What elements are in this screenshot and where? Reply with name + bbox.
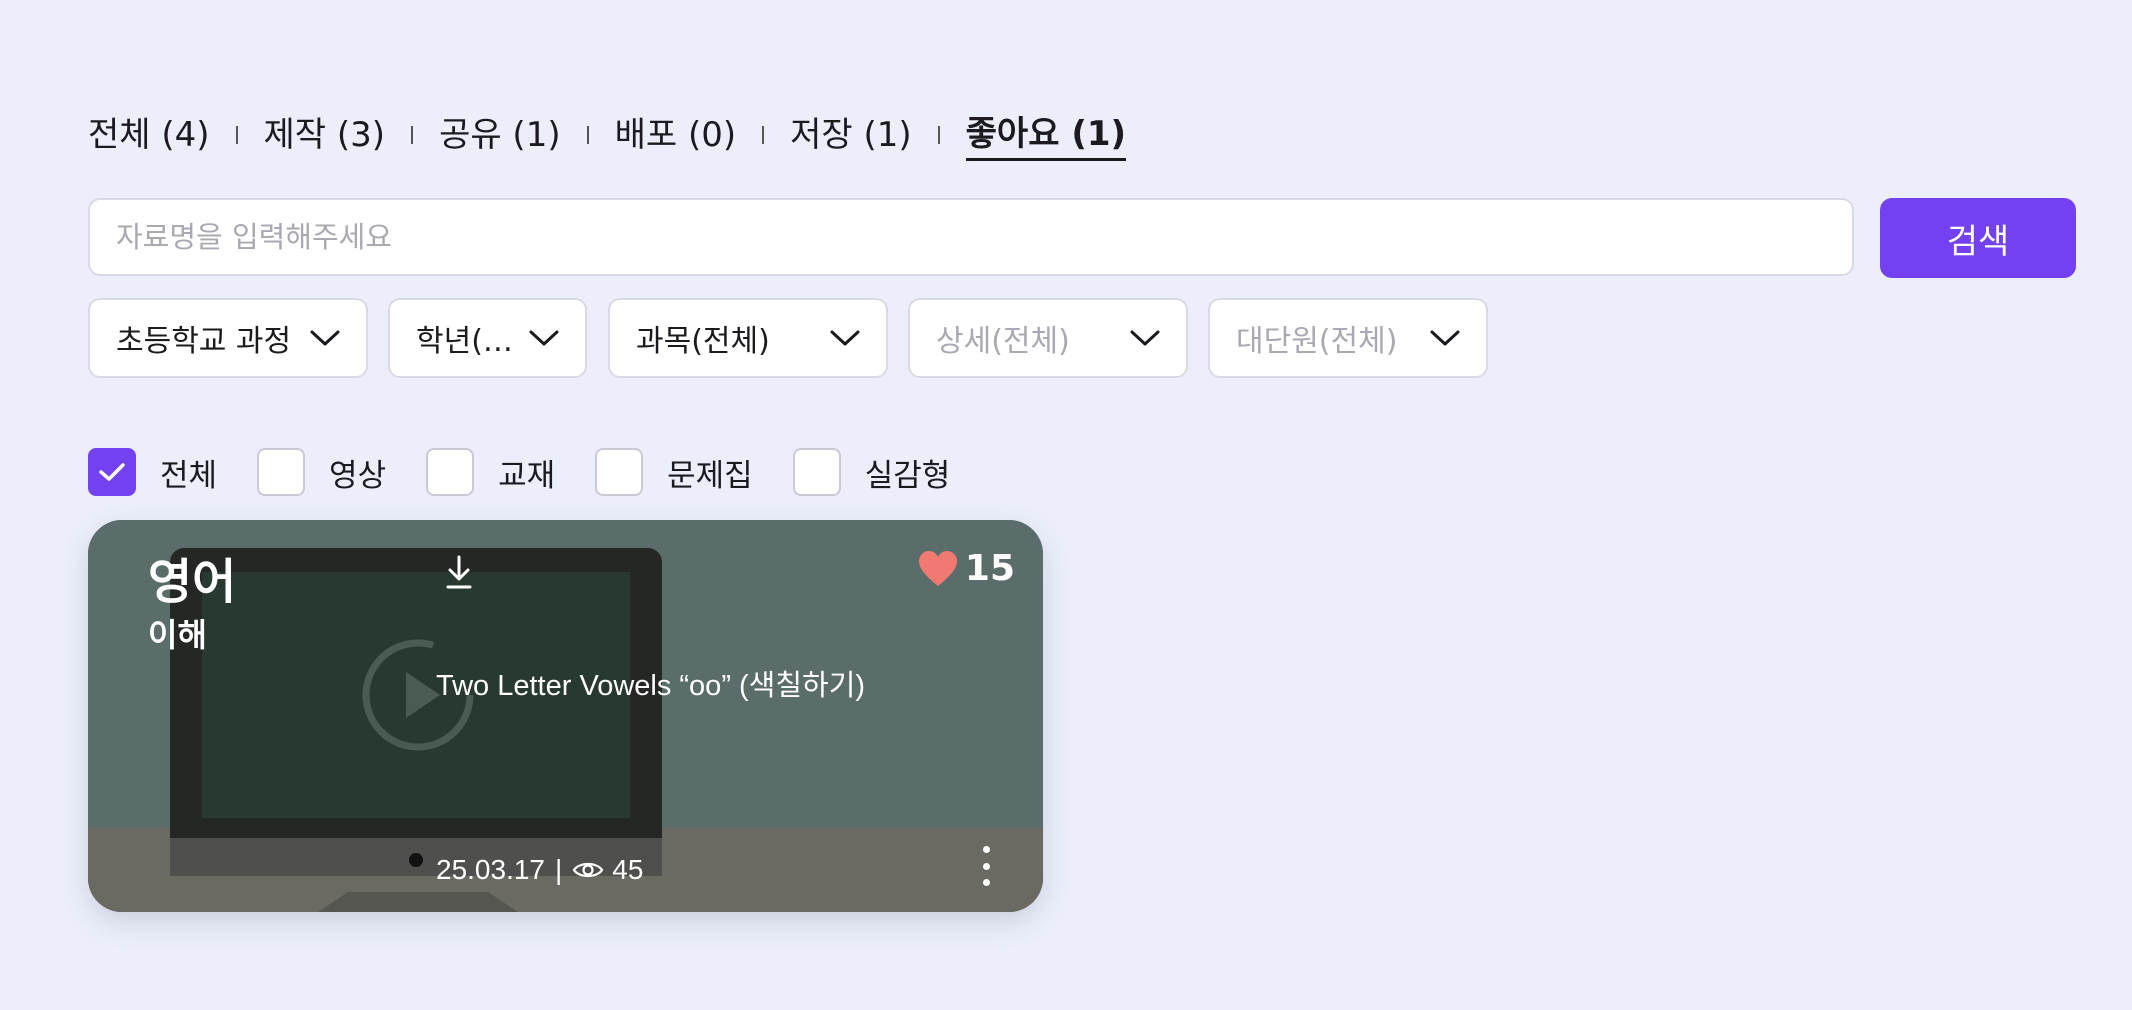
tab-saved[interactable]: 저장 (1) (790, 108, 912, 162)
tab-divider (586, 126, 589, 144)
subject-select[interactable]: 과목(전체) (608, 298, 888, 378)
check-icon (99, 463, 125, 481)
unit-select[interactable]: 대단원(전체) (1208, 298, 1488, 378)
chevron-down-icon (529, 330, 559, 346)
card-subject: 영어 (148, 554, 237, 610)
tab-divider (762, 126, 765, 144)
search-button[interactable]: 검색 (1880, 198, 2076, 278)
tab-divider (937, 126, 940, 144)
filter-tabs: 전체 (4) 제작 (3) 공유 (1) 배포 (0) 저장 (1) 좋아요 (… (88, 108, 1127, 162)
checkbox-label: 문제집 (667, 457, 753, 494)
checkbox-all[interactable]: 전체 (88, 448, 217, 496)
checkbox-workbook[interactable]: 문제집 (595, 448, 753, 496)
unit-select-value: 대단원(전체) (1236, 324, 1398, 359)
chevron-down-icon (830, 330, 860, 346)
heart-icon (918, 550, 957, 586)
more-vertical-icon[interactable] (974, 842, 998, 890)
checkbox-textbook[interactable]: 교재 (426, 448, 555, 496)
meta-separator: | (555, 854, 563, 885)
chevron-down-icon (1430, 330, 1460, 346)
view-count: 45 (612, 854, 644, 885)
subject-select-value: 과목(전체) (636, 324, 770, 359)
checkbox-label: 실감형 (864, 457, 951, 494)
chevron-down-icon (1130, 330, 1160, 346)
checkbox-box[interactable] (595, 448, 644, 496)
grade-select[interactable]: 학년(… (388, 298, 587, 378)
content-card[interactable]: 영어 이해 15 Two Letter Vowels “oo” (색칠하기) 2… (88, 520, 1043, 912)
tab-liked[interactable]: 좋아요 (1) (965, 110, 1127, 161)
detail-select-value: 상세(전체) (936, 324, 1070, 359)
grade-select-value: 학년(… (416, 324, 513, 359)
checkbox-box[interactable] (88, 448, 136, 496)
content-type-filters: 전체 영상 교재 문제집 실감형 (88, 448, 990, 496)
card-topic: 이해 (148, 616, 207, 654)
checkbox-box[interactable] (426, 448, 475, 496)
tab-created[interactable]: 제작 (3) (264, 108, 386, 162)
chevron-down-icon (310, 330, 340, 346)
checkbox-box[interactable] (792, 448, 841, 496)
checkbox-box[interactable] (257, 448, 306, 496)
checkbox-video[interactable]: 영상 (257, 448, 386, 496)
checkbox-immersive[interactable]: 실감형 (792, 448, 951, 496)
card-date: 25.03.17 (436, 854, 545, 885)
course-select-value: 초등학교 과정 (116, 324, 292, 359)
likes-count: 15 (964, 548, 1015, 589)
search-input[interactable] (88, 198, 1854, 276)
checkbox-label: 전체 (160, 457, 218, 494)
download-icon[interactable] (444, 554, 474, 590)
tab-distributed[interactable]: 배포 (0) (615, 108, 737, 162)
card-meta: 25.03.17 | 45 (436, 854, 643, 886)
tab-all[interactable]: 전체 (4) (88, 108, 210, 162)
tab-divider (235, 126, 238, 144)
tab-divider (411, 126, 414, 144)
tab-shared[interactable]: 공유 (1) (439, 108, 561, 162)
eye-icon (572, 862, 604, 878)
course-select[interactable]: 초등학교 과정 (88, 298, 368, 378)
checkbox-label: 영상 (329, 457, 387, 494)
detail-select[interactable]: 상세(전체) (908, 298, 1188, 378)
checkbox-label: 교재 (498, 457, 556, 494)
like-button[interactable]: 15 (917, 548, 1015, 589)
card-title: Two Letter Vowels “oo” (색칠하기) (436, 670, 866, 702)
